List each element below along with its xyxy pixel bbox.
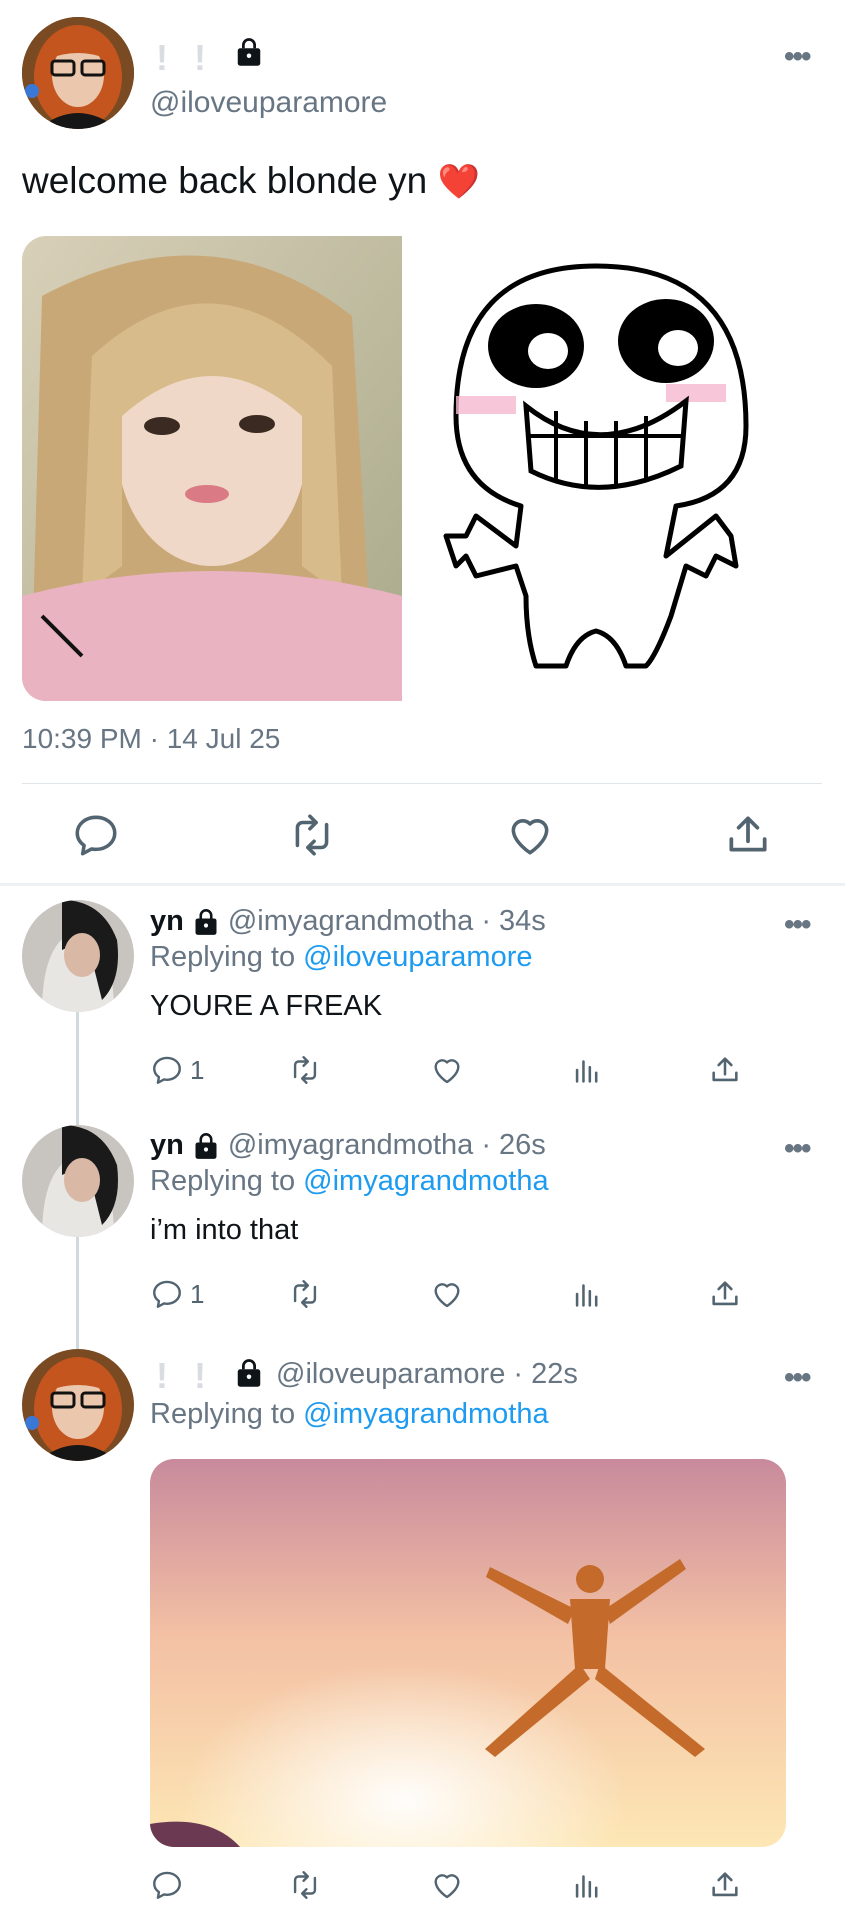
avatar-reply-3[interactable]	[22, 1349, 134, 1461]
tweet-photo-cartoon[interactable]	[416, 236, 798, 701]
reply-count: 1	[190, 1278, 205, 1309]
replying-to-prefix: Replying to	[150, 941, 296, 973]
reply-icon	[150, 1053, 184, 1087]
reply-photo-jump[interactable]	[150, 1459, 786, 1847]
replying-to-link[interactable]: @imyagrandmotha	[303, 1165, 548, 1197]
reply-icon[interactable]	[150, 1868, 184, 1902]
reply-author-name[interactable]: yn	[150, 905, 184, 938]
reply-count: 1	[190, 1054, 205, 1085]
tweet-text: welcome back blonde yn ❤️	[22, 160, 480, 202]
views-icon[interactable]	[570, 1277, 604, 1311]
avatar-main-author[interactable]	[22, 17, 134, 129]
replying-to-link[interactable]: @iloveuparamore	[303, 941, 532, 973]
share-icon[interactable]	[708, 1868, 742, 1902]
author-handle[interactable]: @iloveuparamore	[150, 86, 387, 120]
share-icon[interactable]	[708, 1277, 742, 1311]
heart-icon[interactable]	[505, 810, 555, 860]
retweet-icon[interactable]	[288, 1868, 322, 1902]
lock-icon	[234, 1357, 264, 1389]
lock-icon	[234, 36, 264, 68]
tweet-timestamp[interactable]: 10:39 PM · 14 Jul 25	[22, 723, 280, 755]
tweet-text-content: welcome back blonde yn	[22, 160, 428, 201]
heart-icon[interactable]	[430, 1277, 464, 1311]
heart-emoji: ❤️	[437, 163, 480, 201]
lock-icon	[192, 907, 220, 937]
avatar-reply-1[interactable]	[22, 900, 134, 1012]
retweet-icon[interactable]	[288, 1277, 322, 1311]
avatar-reply-2[interactable]	[22, 1125, 134, 1237]
retweet-icon[interactable]	[287, 810, 337, 860]
divider	[22, 783, 822, 784]
replying-to-prefix: Replying to	[150, 1398, 296, 1430]
share-icon[interactable]	[708, 1053, 742, 1087]
replying-to-line: Replying to @iloveuparamore	[150, 941, 532, 974]
display-name-mark: !	[194, 37, 206, 78]
reply-text: i’m into that	[150, 1214, 299, 1246]
section-divider	[0, 883, 845, 886]
more-options-button[interactable]: •••	[784, 1132, 811, 1166]
replying-to-line: Replying to @imyagrandmotha	[150, 1398, 549, 1431]
tweet-photo-selfie[interactable]	[22, 236, 402, 701]
share-icon[interactable]	[723, 810, 773, 860]
reply-handle-time[interactable]: @imyagrandmotha · 26s	[228, 1129, 546, 1162]
reply-button[interactable]: 1	[150, 1050, 204, 1090]
reply-handle-time[interactable]: @iloveuparamore · 22s	[276, 1358, 578, 1391]
more-options-button[interactable]: •••	[784, 40, 811, 74]
display-name-mark: !	[156, 37, 168, 78]
heart-icon[interactable]	[430, 1868, 464, 1902]
reply-text: YOURE A FREAK	[150, 990, 383, 1022]
reply-button[interactable]: 1	[150, 1274, 204, 1314]
replying-to-prefix: Replying to	[150, 1165, 296, 1197]
display-name-mark: !	[194, 1355, 206, 1396]
lock-icon	[192, 1131, 220, 1161]
reply-icon[interactable]	[71, 810, 121, 860]
retweet-icon[interactable]	[288, 1053, 322, 1087]
more-options-button[interactable]: •••	[784, 1361, 811, 1395]
reply-author-name[interactable]: yn	[150, 1129, 184, 1162]
thread-line	[76, 1012, 79, 1130]
views-icon[interactable]	[570, 1053, 604, 1087]
display-name-mark: !	[156, 1355, 168, 1396]
reply-handle-time[interactable]: @imyagrandmotha · 34s	[228, 905, 546, 938]
thread-line	[76, 1236, 79, 1349]
replying-to-line: Replying to @imyagrandmotha	[150, 1165, 549, 1198]
reply-2-header: yn @imyagrandmotha · 26s	[150, 1129, 546, 1162]
views-icon[interactable]	[570, 1868, 604, 1902]
reply-1-header: yn @imyagrandmotha · 34s	[150, 905, 546, 938]
replying-to-link[interactable]: @imyagrandmotha	[303, 1398, 548, 1430]
reply-icon	[150, 1277, 184, 1311]
heart-icon[interactable]	[430, 1053, 464, 1087]
more-options-button[interactable]: •••	[784, 908, 811, 942]
